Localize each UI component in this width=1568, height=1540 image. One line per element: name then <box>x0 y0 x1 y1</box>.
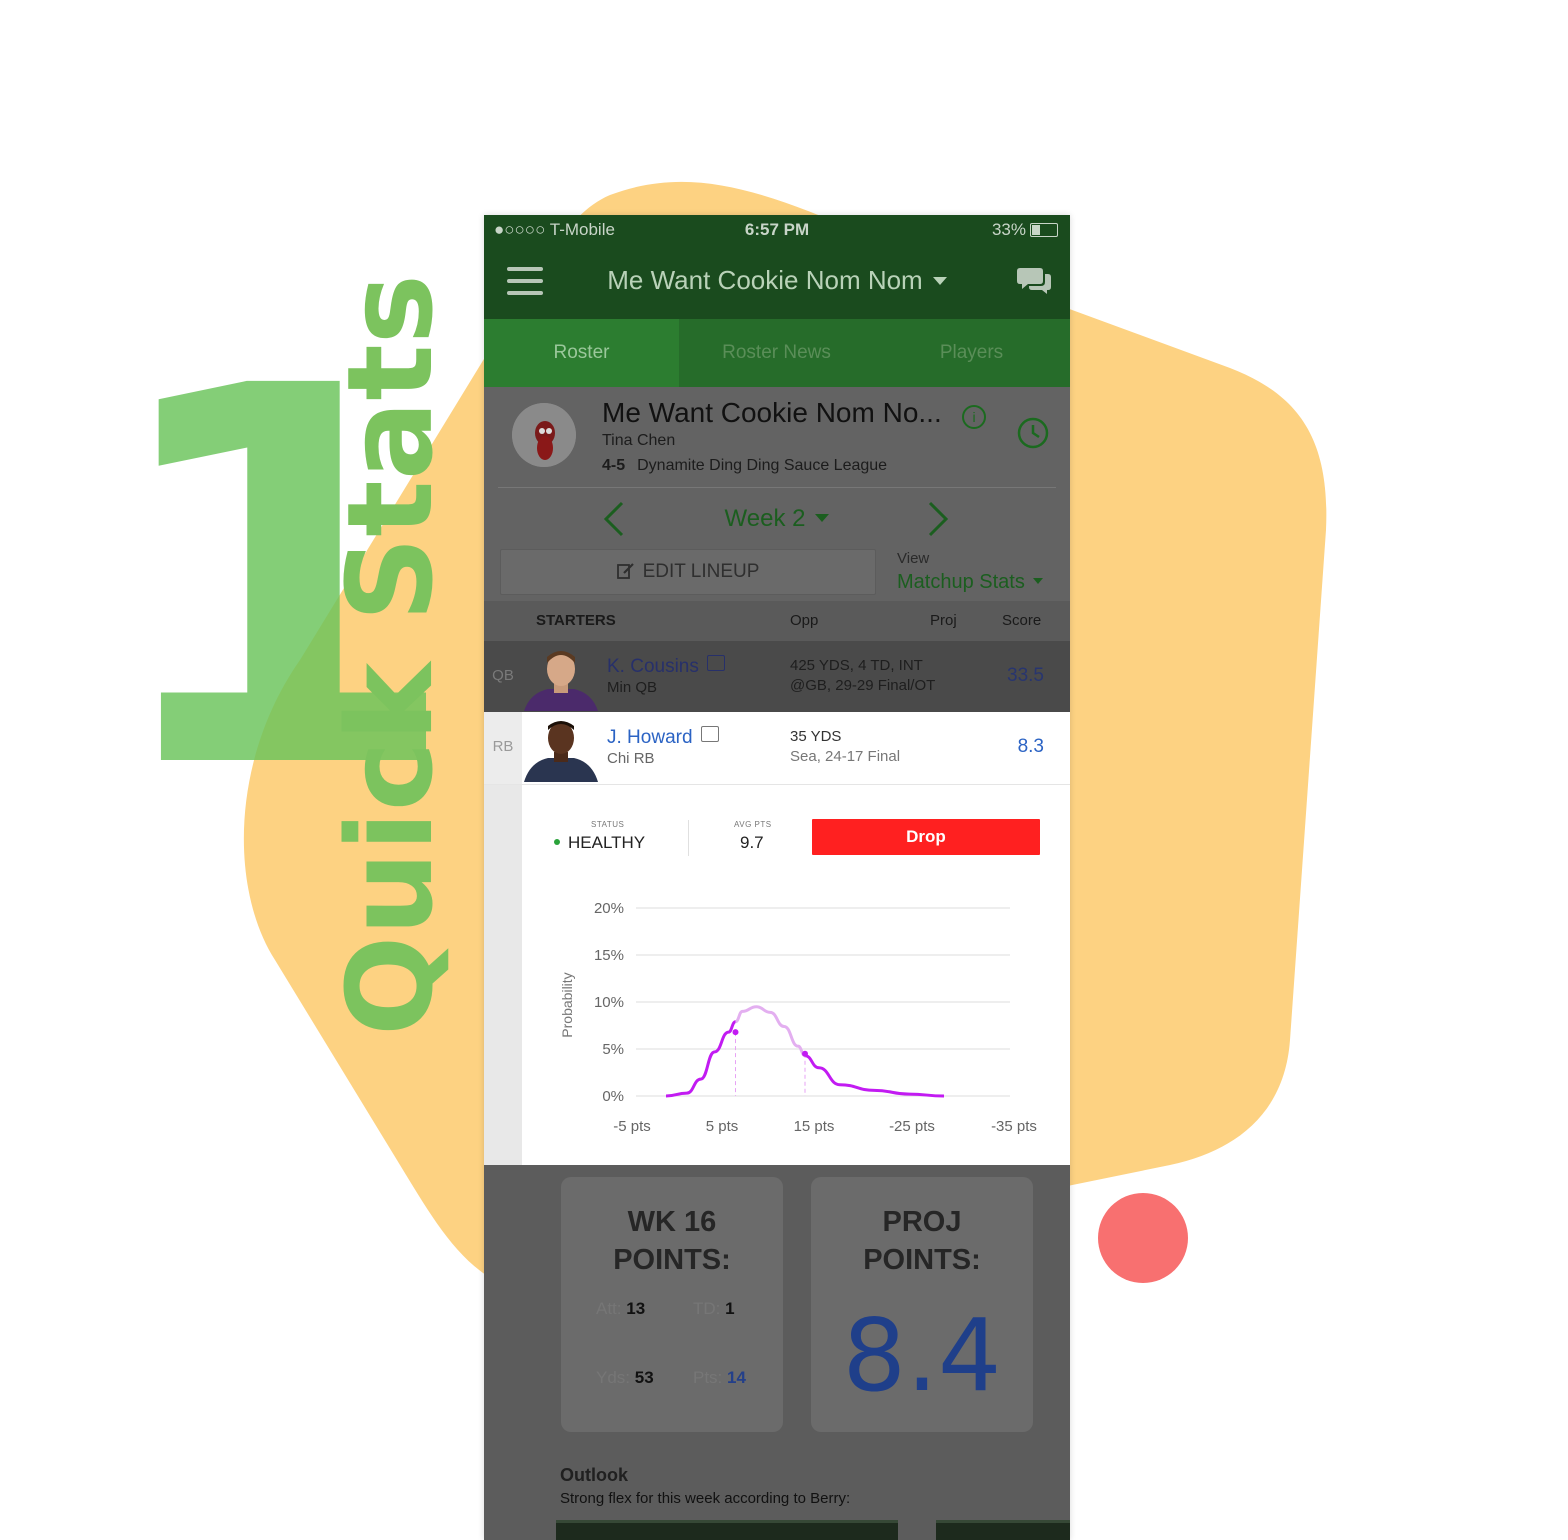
tab-players[interactable]: Players <box>874 319 1069 387</box>
chat-icon[interactable] <box>1016 265 1052 297</box>
team-record-league: 4-5 Dynamite Ding Ding Sauce League <box>602 457 887 475</box>
x-tick-label: 5 pts <box>706 1118 739 1135</box>
player-team-pos: Chi RB <box>607 750 655 767</box>
chevron-right-icon[interactable] <box>926 499 950 539</box>
chevron-down-icon <box>932 277 947 285</box>
y-tick-label: 0% <box>602 1088 624 1105</box>
divider <box>498 487 1056 488</box>
player-name-link[interactable]: K. Cousins <box>607 655 725 678</box>
clock-time: 6:57 PM <box>744 220 810 239</box>
status-dot-icon <box>554 839 560 845</box>
y-tick-label: 5% <box>602 1041 624 1058</box>
quick-stats-heading: Quick Stats <box>321 274 459 1036</box>
clock-icon[interactable] <box>1017 417 1049 449</box>
score-header: Score <box>1002 612 1042 629</box>
series-line <box>804 1054 945 1098</box>
video-thumbnail[interactable] <box>556 1520 898 1540</box>
news-icon[interactable] <box>706 655 725 671</box>
att-stat: Att: 13 <box>596 1299 646 1318</box>
tab-roster[interactable]: Roster <box>484 319 679 387</box>
player-photo <box>524 651 598 711</box>
drop-button[interactable]: Drop <box>812 819 1040 855</box>
team-avatar <box>512 403 576 467</box>
player-photo <box>524 721 598 782</box>
view-label: View <box>897 550 930 567</box>
player-name-link[interactable]: J. Howard <box>607 726 719 749</box>
news-icon[interactable] <box>700 726 719 742</box>
series-line-highlight <box>734 1005 806 1058</box>
series-line <box>665 1020 737 1098</box>
y-axis-label: Probability <box>559 972 575 1037</box>
player-stat-line: 425 YDS, 4 TD, INT <box>790 657 923 674</box>
player-score: 8.3 <box>1017 736 1044 757</box>
player-game-result: Sea, 24-17 Final <box>790 748 901 765</box>
team-record: 4-5 <box>602 457 626 474</box>
chevron-down-icon <box>815 514 830 522</box>
player-details: WK 16 POINTS: Att: 13 TD: 1 Yds: 53 Pts: … <box>484 1165 1070 1540</box>
td-stat: TD: 1 <box>693 1299 735 1318</box>
proj-points-value: 8.4 <box>842 1297 1002 1414</box>
card-title: WK 16 POINTS: <box>613 1206 731 1276</box>
data-point <box>802 1050 808 1057</box>
phone-screen: ●○○○○ T-Mobile 6:57 PM 33% Me Want Cooki… <box>484 215 1070 1540</box>
week-selector[interactable]: Week 2 <box>484 505 1070 533</box>
divider <box>688 820 689 856</box>
chevron-down-icon <box>1032 578 1043 584</box>
battery-indicator: 33% <box>992 220 1058 240</box>
week-points-card: WK 16 POINTS: Att: 13 TD: 1 Yds: 53 Pts: … <box>561 1177 783 1432</box>
y-tick-label: 20% <box>594 900 624 917</box>
proj-header: Proj <box>930 612 957 629</box>
view-selector[interactable]: Matchup Stats <box>897 571 1043 594</box>
info-icon[interactable]: i <box>962 405 986 429</box>
status-bar: ●○○○○ T-Mobile 6:57 PM 33% <box>484 215 1070 245</box>
avg-pts-value: 9.7 <box>740 833 764 852</box>
yds-stat: Yds: 53 <box>596 1368 654 1387</box>
league-name: Dynamite Ding Ding Sauce League <box>637 457 888 474</box>
x-tick-label: -25 pts <box>889 1118 935 1135</box>
status-value: HEALTHY <box>554 833 645 853</box>
card-title: PROJ POINTS: <box>863 1206 981 1276</box>
y-tick-label: 10% <box>594 994 624 1011</box>
player-row[interactable]: QB K. Cousins Min QB 425 YDS, 4 TD, INT … <box>484 641 1070 712</box>
player-team-pos: Min QB <box>607 679 658 696</box>
player-row[interactable]: RB J. Howard Chi RB 35 YDS Sea, 24-17 Fi… <box>484 712 1070 785</box>
slot-column <box>484 785 522 1165</box>
edit-icon <box>616 563 634 579</box>
edit-lineup-button[interactable]: EDIT LINEUP <box>500 549 876 595</box>
player-stat-line: 35 YDS <box>790 728 842 745</box>
status-label: STATUS <box>591 820 625 829</box>
video-thumbnail[interactable] <box>936 1520 1070 1540</box>
x-tick-label: -5 pts <box>613 1118 651 1135</box>
tab-roster-news[interactable]: Roster News <box>679 319 874 387</box>
starters-label: STARTERS <box>536 612 616 629</box>
slot-label: RB <box>484 712 522 784</box>
x-tick-label: 15 pts <box>794 1118 835 1135</box>
team-owner: Tina Chen <box>602 432 676 449</box>
outlook-text: Strong flex for this week according to B… <box>560 1490 851 1507</box>
data-point <box>732 1029 739 1036</box>
avg-pts-label: AVG PTS <box>734 820 772 829</box>
proj-points-card: PROJ POINTS: 8.4 <box>811 1177 1033 1432</box>
nav-bar: Me Want Cookie Nom Nom <box>484 245 1070 319</box>
pts-stat: Pts: 14 <box>693 1368 746 1387</box>
league-team-selector[interactable]: Me Want Cookie Nom Nom <box>484 265 1070 296</box>
y-tick-label: 15% <box>594 947 624 964</box>
battery-icon <box>1030 223 1058 237</box>
quick-stats-panel: STATUS HEALTHY AVG PTS 9.7 Drop 20% 15% 10… <box>484 785 1070 1165</box>
player-score: 33.5 <box>1007 665 1044 686</box>
opp-header: Opp <box>790 612 819 629</box>
slot-label: QB <box>492 667 514 684</box>
x-tick-label: -35 pts <box>991 1118 1037 1135</box>
starters-header: STARTERS Opp Proj Score <box>484 601 1070 641</box>
player-game-result: @GB, 29-29 Final/OT <box>790 677 936 694</box>
tab-bar: Roster Roster News Players <box>484 319 1070 387</box>
team-header: Me Want Cookie Nom No... i Tina Chen 4-5… <box>484 387 1070 601</box>
probability-chart: 20% 15% 10% 5% 0% -5 pts 5 pts 15 pts -25 pts -35… <box>559 900 1037 1135</box>
outlook-title: Outlook <box>560 1465 628 1485</box>
team-name: Me Want Cookie Nom No... <box>602 397 942 428</box>
decorative-dot <box>1098 1193 1188 1283</box>
